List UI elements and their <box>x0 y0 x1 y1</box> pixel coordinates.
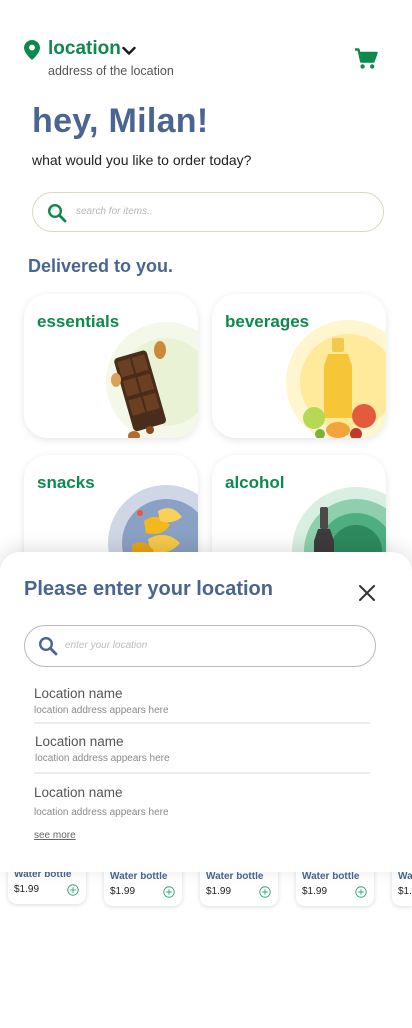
add-circle-icon[interactable] <box>355 886 367 898</box>
add-circle-icon[interactable] <box>259 886 271 898</box>
product-price: $1.99 <box>302 886 328 897</box>
location-list-item[interactable]: Location name location address appears h… <box>34 785 370 829</box>
location-bottom-sheet: Please enter your location enter your lo… <box>0 552 412 872</box>
sheet-title: Please enter your location <box>24 578 273 600</box>
divider <box>34 722 370 724</box>
cart-icon[interactable] <box>354 48 378 70</box>
product-name: Water bottle <box>302 871 360 882</box>
chocolate-bar-image <box>106 322 198 438</box>
location-name: Location name <box>34 686 123 701</box>
location-title[interactable]: location <box>48 38 121 60</box>
greeting-subtitle: what would you like to order today? <box>32 152 252 168</box>
map-pin-icon <box>24 40 40 60</box>
category-card-essentials[interactable]: essentials <box>24 294 198 438</box>
search-icon <box>38 636 58 656</box>
product-name: Wa <box>398 871 412 882</box>
search-icon <box>47 203 67 223</box>
product-name: Water bottle <box>206 871 264 882</box>
product-price: $1.99 <box>206 886 232 897</box>
product-price: $1.99 <box>110 886 136 897</box>
add-circle-icon[interactable] <box>163 886 175 898</box>
location-address: location address appears here <box>34 807 169 818</box>
greeting-title: hey, Milan! <box>32 102 209 140</box>
product-price: $1. <box>398 886 412 897</box>
add-circle-icon[interactable] <box>67 884 79 896</box>
divider <box>34 772 370 774</box>
location-subtitle: address of the location <box>48 64 174 78</box>
category-card-beverages[interactable]: beverages <box>212 294 386 438</box>
chevron-down-icon[interactable] <box>122 46 136 56</box>
location-address: location address appears here <box>34 705 169 716</box>
location-search-placeholder: enter your location <box>65 640 148 651</box>
delivered-section-title: Delivered to you. <box>28 256 174 276</box>
location-address: location address appears here <box>35 753 170 764</box>
location-name: Location name <box>35 734 124 749</box>
search-bar[interactable]: search for items.. <box>32 192 384 232</box>
product-price: $1.99 <box>14 884 40 895</box>
header: location address of the location <box>24 38 384 82</box>
category-label: snacks <box>37 473 95 492</box>
location-search-input[interactable]: enter your location <box>24 625 376 667</box>
search-placeholder: search for items.. <box>76 206 153 217</box>
location-name: Location name <box>34 785 123 800</box>
product-name: Water bottle <box>110 871 168 882</box>
juice-fruits-image <box>286 320 386 438</box>
see-more-link[interactable]: see more <box>34 830 76 841</box>
close-icon[interactable] <box>358 584 376 602</box>
